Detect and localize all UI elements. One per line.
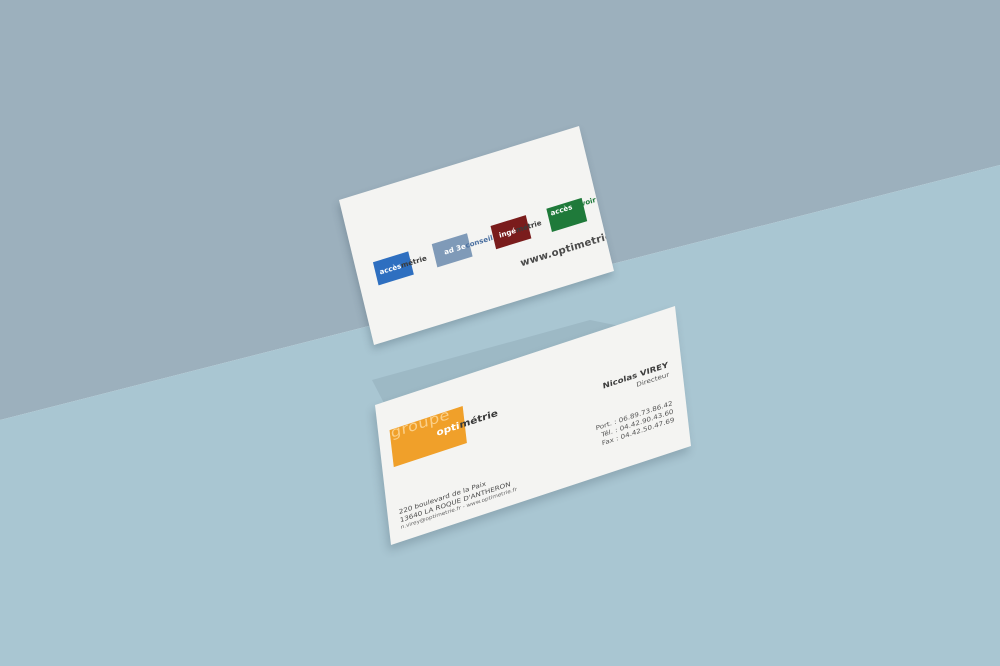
background-scene: [0, 0, 1000, 666]
logo-ad3-dark: conseil: [464, 233, 494, 250]
back-website: www.optimetrie.fr: [519, 226, 614, 270]
logo-metrie: métrie: [458, 407, 499, 431]
phone-block: Port. : 06.89.73.86.42 Tél. : 04.42.90.4…: [595, 399, 675, 449]
